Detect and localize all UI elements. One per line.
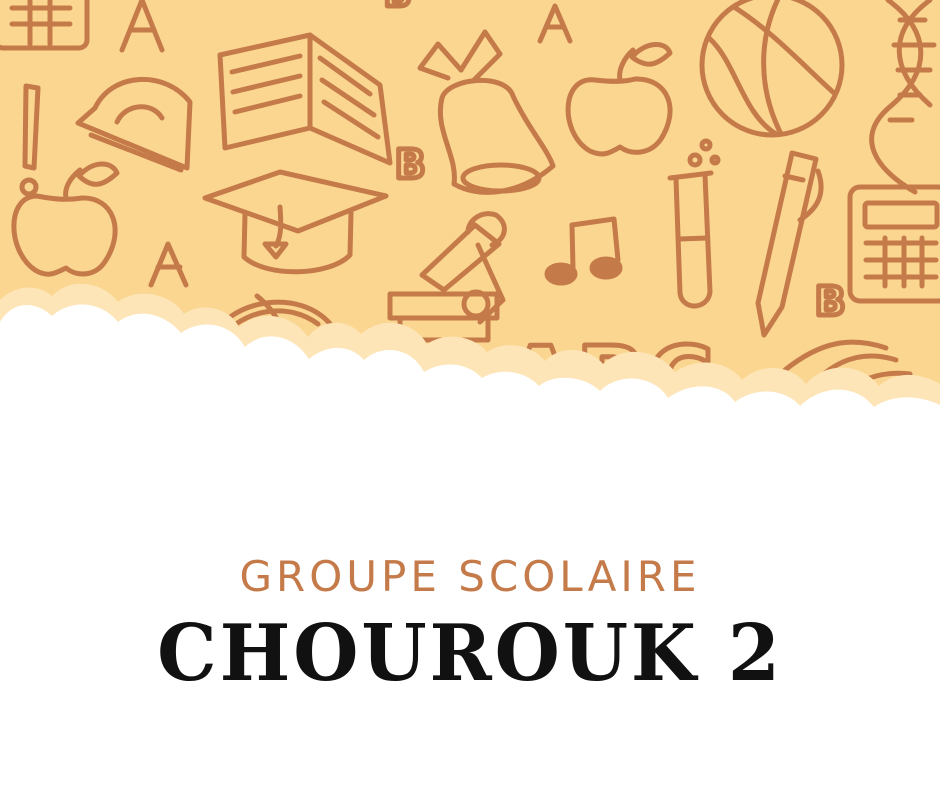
subtitle: GROUPE SCOLAIRE [239,552,701,601]
svg-text:B: B [384,0,411,15]
svg-text:B: B [815,279,846,325]
page-title: CHOUROUK 2 [157,608,783,699]
svg-text:B: B [395,142,426,188]
